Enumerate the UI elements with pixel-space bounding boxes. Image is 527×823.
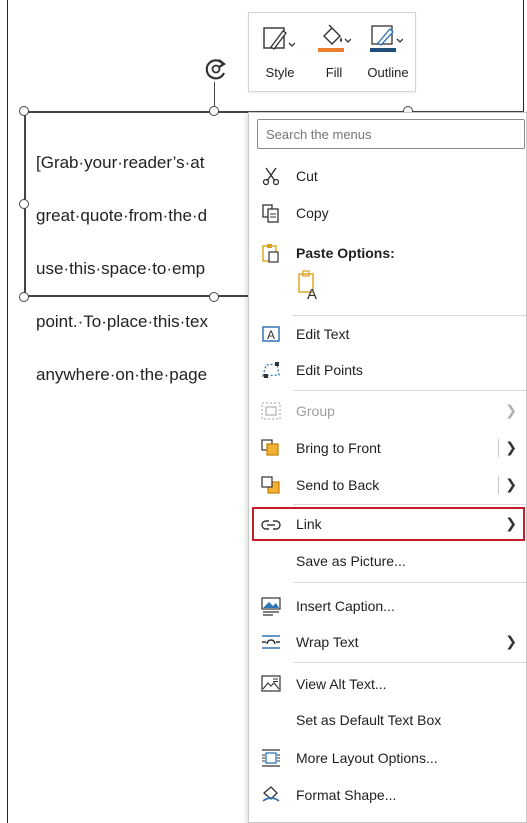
svg-text:A: A: [267, 328, 275, 342]
menu-separator: [293, 504, 526, 505]
send-to-back-icon: [261, 476, 280, 494]
menu-item-edit-text-label: Edit Text: [296, 326, 350, 342]
menu-item-edit-points-label: Edit Points: [296, 362, 363, 378]
menu-separator: [293, 315, 526, 316]
menu-item-copy-label: Copy: [296, 205, 329, 221]
menu-item-cut[interactable]: Cut: [252, 159, 525, 193]
style-button[interactable]: Style: [253, 13, 307, 93]
resize-handle-bottom-left[interactable]: [19, 292, 29, 302]
menu-item-send-to-back-label: Send to Back: [296, 477, 380, 493]
fill-label: Fill: [325, 65, 343, 80]
wrap-text-icon: [262, 635, 280, 649]
svg-text:A: A: [307, 286, 317, 300]
menu-item-insert-caption-label: Insert Caption...: [296, 598, 395, 614]
menu-item-link[interactable]: Link ❯: [252, 507, 525, 541]
menu-separator: [293, 582, 526, 583]
menu-item-format-shape[interactable]: Format Shape...: [252, 778, 525, 812]
text-line: point.·To·place·this·tex: [36, 311, 208, 331]
submenu-split: [498, 476, 499, 494]
menu-item-cut-label: Cut: [296, 168, 318, 184]
layout-options-icon: [262, 749, 280, 767]
shape-style-icon: [263, 27, 295, 50]
menu-item-set-default-text-box[interactable]: Set as Default Text Box: [252, 703, 525, 737]
text-line: great·quote·from·the·d: [36, 205, 208, 225]
resize-handle-bottom[interactable]: [209, 292, 219, 302]
edit-text-icon: A: [262, 326, 280, 342]
menu-item-insert-caption[interactable]: Insert Caption...: [252, 589, 525, 623]
alt-text-icon: [261, 675, 281, 692]
outline-label: Outline: [367, 65, 409, 80]
link-icon: [261, 520, 281, 530]
rotate-handle-icon[interactable]: [203, 56, 229, 82]
chevron-right-icon: ❯: [505, 402, 517, 418]
copy-icon: [262, 204, 279, 223]
menu-item-more-layout-options[interactable]: More Layout Options...: [252, 741, 525, 775]
menu-item-bring-to-front-label: Bring to Front: [296, 440, 381, 456]
menu-item-group[interactable]: Group ❯: [252, 394, 525, 428]
text-box-content[interactable]: [Grab·your·reader’s·at great·quote·from·…: [36, 123, 258, 415]
menu-item-save-as-picture-label: Save as Picture...: [296, 553, 406, 569]
menu-separator: [293, 662, 526, 663]
menu-separator: [293, 390, 526, 391]
menu-item-edit-text[interactable]: A Edit Text: [252, 317, 525, 351]
menu-item-set-default-text-box-label: Set as Default Text Box: [296, 712, 442, 728]
edit-points-icon: [262, 362, 280, 378]
resize-handle-top-left[interactable]: [19, 106, 29, 116]
pen-outline-icon: [370, 25, 403, 52]
menu-item-copy[interactable]: Copy: [252, 196, 525, 230]
menu-item-save-as-picture[interactable]: Save as Picture...: [252, 544, 525, 578]
context-menu: Cut Copy Paste Options: A A Edit Text: [248, 112, 527, 823]
fill-button[interactable]: Fill: [309, 13, 359, 93]
menu-item-paste-options: Paste Options:: [252, 236, 525, 270]
insert-caption-icon: [261, 597, 281, 616]
text-line: anywhere·on·the·page: [36, 364, 208, 384]
style-label: Style: [265, 65, 295, 80]
chevron-right-icon: ❯: [505, 515, 517, 531]
chevron-right-icon[interactable]: ❯: [505, 439, 517, 456]
menu-item-format-shape-label: Format Shape...: [296, 787, 397, 803]
chevron-right-icon: ❯: [505, 633, 517, 649]
menu-item-edit-points[interactable]: Edit Points: [252, 353, 525, 387]
menu-search-input[interactable]: [257, 119, 525, 149]
menu-item-send-to-back[interactable]: Send to Back ❯: [252, 468, 525, 502]
menu-item-view-alt-text-label: View Alt Text...: [296, 676, 387, 692]
text-line: [Grab·your·reader’s·at: [36, 152, 205, 172]
mini-toolbar: Style Fill Outline: [248, 12, 416, 92]
resize-handle-top[interactable]: [209, 106, 219, 116]
menu-item-wrap-text-label: Wrap Text: [296, 634, 359, 650]
outline-button[interactable]: Outline: [361, 13, 415, 93]
scissors-icon: [262, 167, 280, 186]
rotate-handle-line: [214, 82, 215, 109]
chevron-right-icon[interactable]: ❯: [505, 476, 517, 493]
menu-item-link-label: Link: [296, 516, 322, 532]
clipboard-icon: [262, 244, 279, 263]
menu-item-more-layout-options-label: More Layout Options...: [296, 750, 438, 766]
paint-bucket-icon: [318, 24, 351, 52]
menu-item-wrap-text[interactable]: Wrap Text ❯: [252, 625, 525, 659]
group-icon: [261, 402, 281, 420]
menu-item-view-alt-text[interactable]: View Alt Text...: [252, 667, 525, 701]
paste-keep-text-only-icon[interactable]: A: [297, 270, 323, 300]
submenu-split: [498, 439, 499, 457]
paste-options-heading: Paste Options:: [296, 245, 395, 261]
bring-to-front-icon: [261, 439, 279, 456]
menu-item-group-label: Group: [296, 403, 335, 419]
menu-item-bring-to-front[interactable]: Bring to Front ❯: [252, 431, 525, 465]
text-line: use·this·space·to·emp: [36, 258, 206, 278]
resize-handle-left[interactable]: [19, 199, 29, 209]
format-shape-icon: [262, 786, 280, 802]
